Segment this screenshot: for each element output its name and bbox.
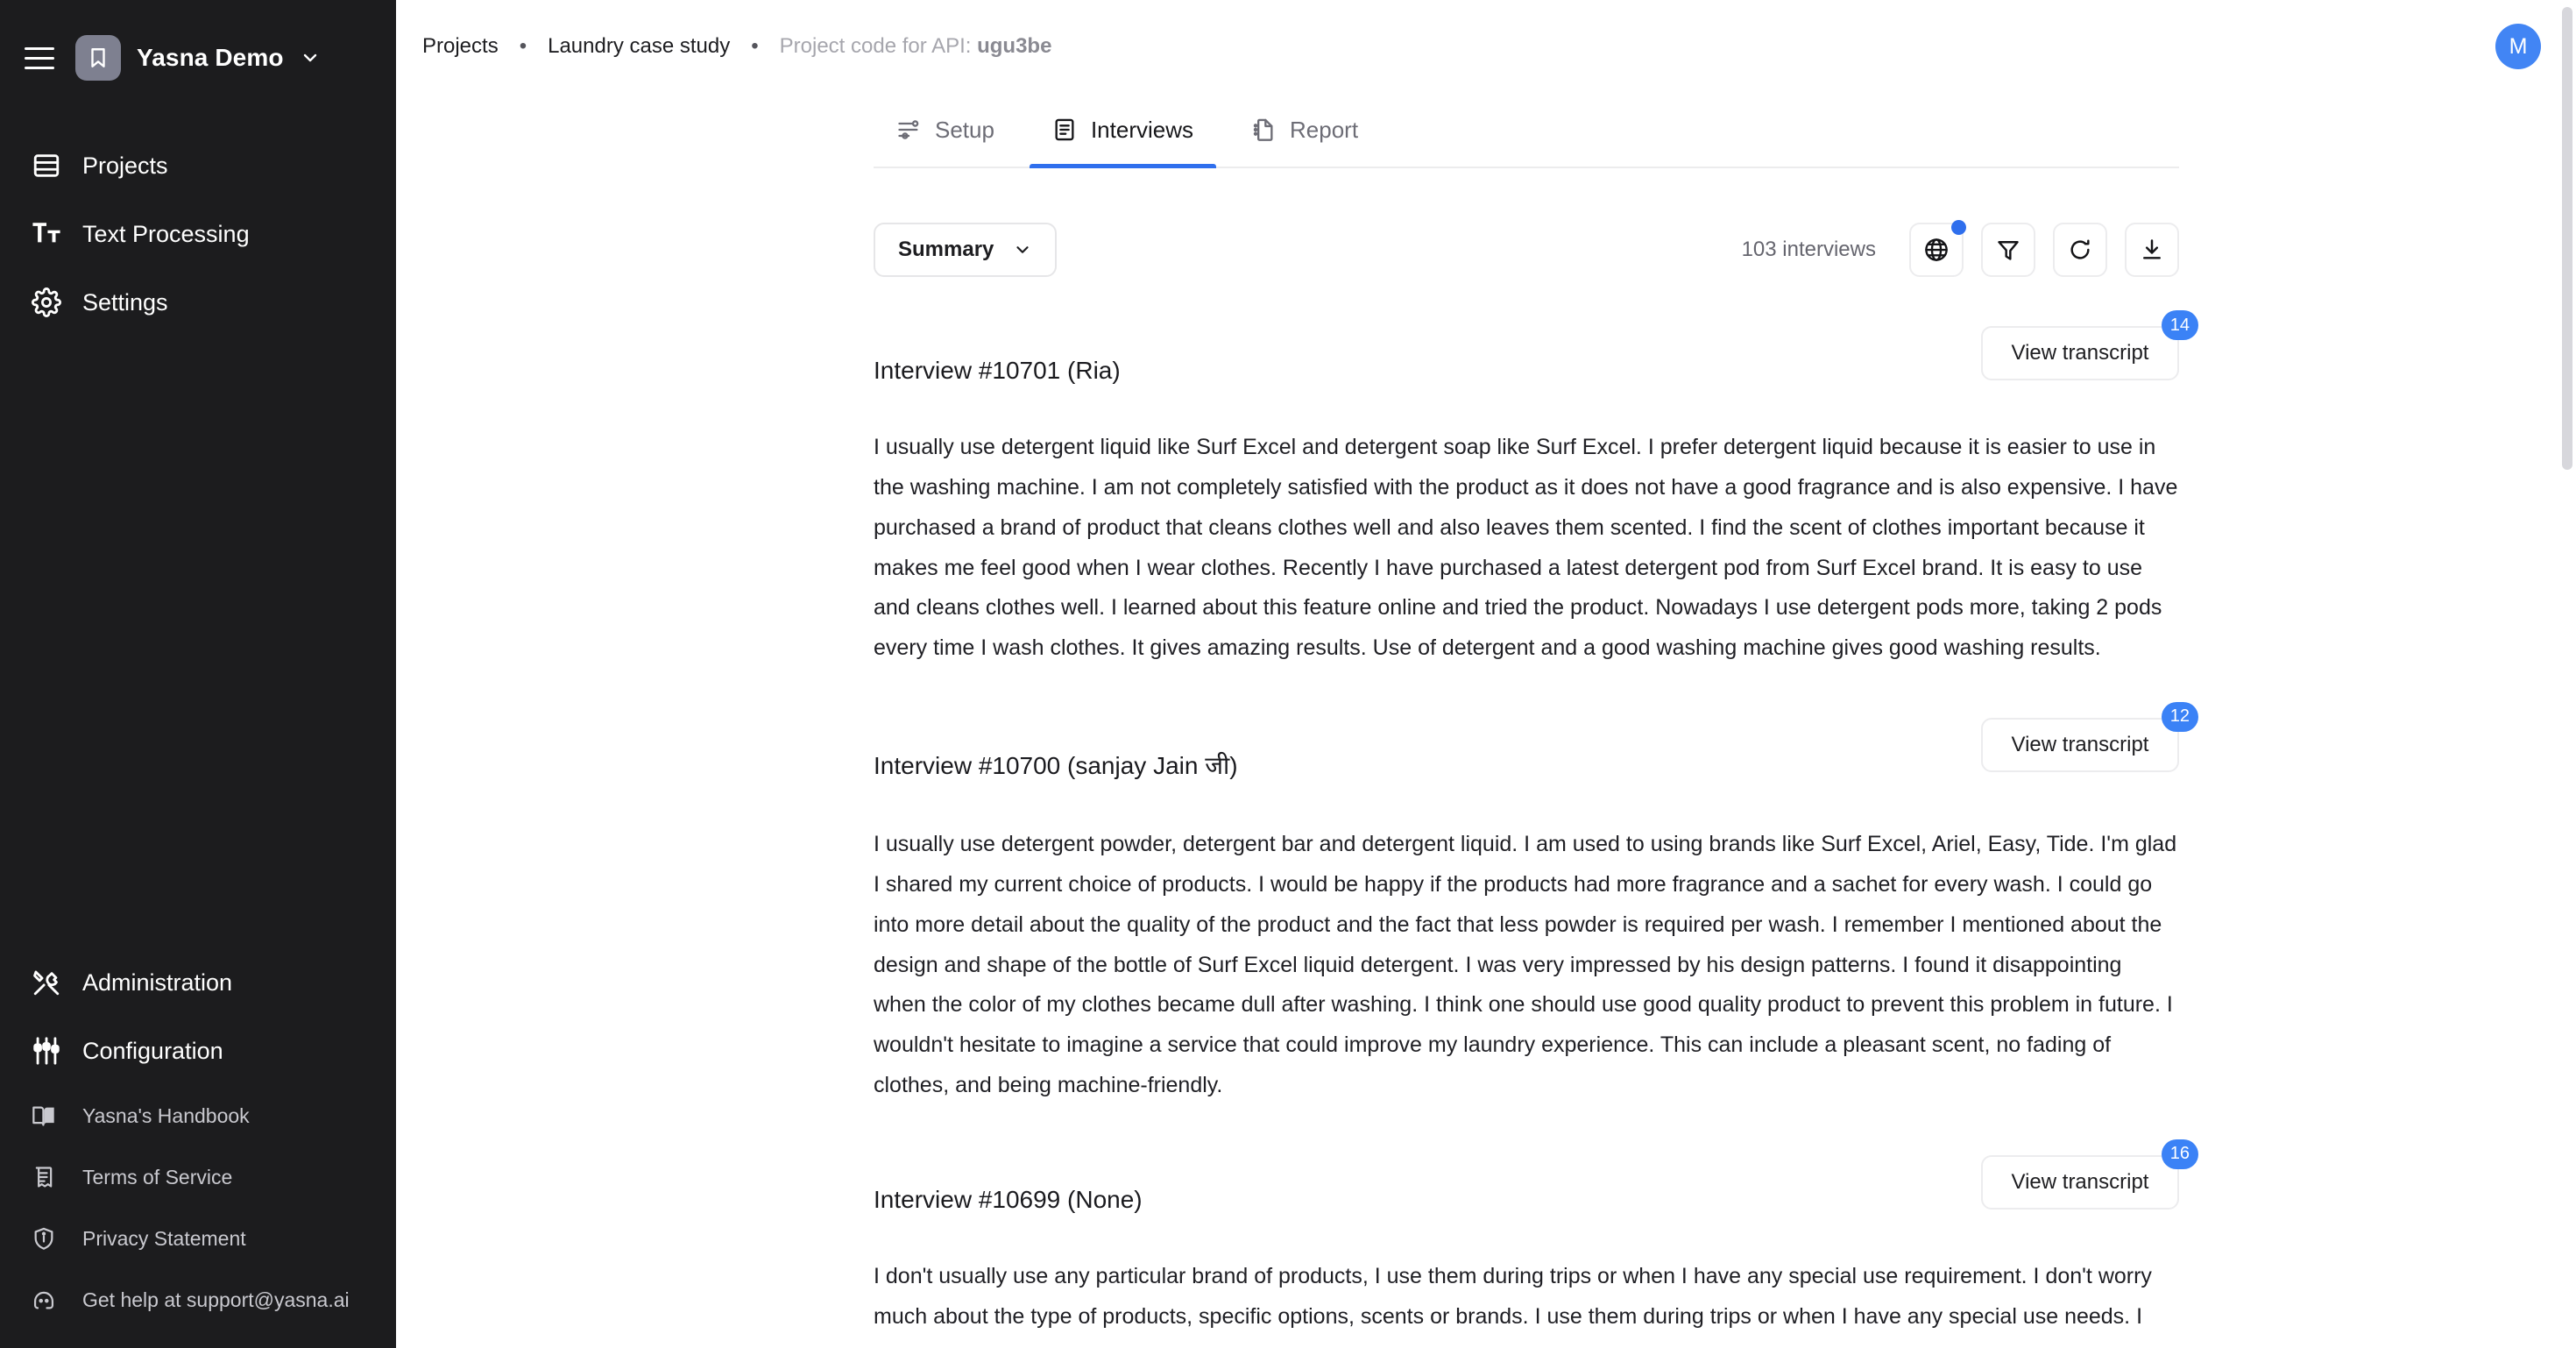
sidebar-item-label: Get help at support@yasna.ai — [82, 1288, 350, 1311]
avatar[interactable]: M — [2495, 24, 2541, 69]
breadcrumb: Projects • Laundry case study • Project … — [422, 34, 1051, 59]
refresh-icon — [2068, 238, 2092, 262]
interview-header: Interview #10701 (Ria) View transcript 1… — [874, 310, 2198, 405]
document-list-icon — [32, 1165, 68, 1189]
view-transcript-wrapper: View transcript 16 — [1981, 1139, 2198, 1210]
sidebar-item-label: Terms of Service — [82, 1165, 233, 1188]
shield-info-icon — [32, 1226, 68, 1251]
topbar: Projects • Laundry case study • Project … — [396, 0, 2576, 93]
view-transcript-wrapper: View transcript 12 — [1981, 701, 2198, 772]
tab-setup[interactable]: Setup — [874, 93, 1017, 167]
interview-summary: I don't usually use any particular brand… — [874, 1264, 2152, 1348]
interview-card: Interview #10700 (sanjay Jain जी) View t… — [874, 701, 2198, 1106]
hamburger-menu-icon[interactable] — [25, 39, 63, 77]
download-icon — [2140, 238, 2164, 262]
view-transcript-button[interactable]: View transcript — [1981, 717, 2179, 772]
bookmark-icon — [75, 35, 121, 81]
sidebar-header: Yasna Demo — [0, 0, 396, 93]
interview-title: Interview #10701 (Ria) — [874, 357, 1121, 385]
download-button[interactable] — [2125, 223, 2179, 277]
sidebar-item-settings[interactable]: Settings — [0, 268, 396, 337]
tab-bar: Setup Interviews Report — [874, 93, 2179, 168]
page-scrollbar[interactable] — [2558, 0, 2576, 1348]
sidebar-bottom-nav: Administration Configuration Yasna's Han… — [0, 948, 396, 1348]
interview-summary: I usually use detergent powder, detergen… — [874, 832, 2177, 1097]
sidebar-item-configuration[interactable]: Configuration — [0, 1017, 396, 1085]
sidebar-item-label: Yasna's Handbook — [82, 1103, 250, 1127]
gear-icon — [32, 287, 68, 317]
breadcrumb-project-name[interactable]: Laundry case study — [548, 34, 730, 59]
interview-header: Interview #10699 (None) View transcript … — [874, 1139, 2198, 1234]
text-format-icon — [32, 219, 68, 249]
chevron-down-icon — [1013, 240, 1032, 259]
filter-button[interactable] — [1981, 223, 2035, 277]
view-transcript-button[interactable]: View transcript — [1981, 326, 2179, 380]
project-api-code: Project code for API: ugu3be — [780, 34, 1052, 59]
sidebar-item-label: Administration — [82, 968, 233, 996]
interview-header: Interview #10700 (sanjay Jain जी) View t… — [874, 701, 2198, 802]
interview-card: Interview #10699 (None) View transcript … — [874, 1139, 2198, 1348]
file-report-icon — [1251, 117, 1276, 142]
support-face-icon — [32, 1288, 68, 1312]
list-document-icon — [1052, 117, 1077, 142]
message-count-badge: 14 — [2161, 310, 2198, 340]
breadcrumb-separator: • — [519, 34, 527, 58]
content: Setup Interviews Report Summary 103 inte… — [396, 93, 2576, 1348]
sidebar-item-label: Text Processing — [82, 220, 250, 247]
interview-title: Interview #10700 (sanjay Jain जी) — [874, 752, 1238, 780]
sliders-settings-icon — [896, 117, 921, 142]
tab-label: Interviews — [1090, 116, 1193, 143]
topbar-right: M — [2495, 24, 2541, 69]
message-count-badge: 12 — [2161, 701, 2198, 732]
sidebar-item-label: Projects — [82, 152, 168, 179]
sidebar-item-label: Settings — [82, 288, 168, 316]
chevron-down-icon[interactable] — [300, 47, 321, 68]
message-count-badge: 16 — [2161, 1139, 2198, 1169]
view-transcript-wrapper: View transcript 14 — [1981, 310, 2198, 380]
view-transcript-button[interactable]: View transcript — [1981, 1154, 2179, 1210]
tools-icon — [32, 968, 68, 997]
refresh-button[interactable] — [2053, 223, 2107, 277]
notification-dot — [1951, 220, 1966, 235]
sidebar-item-handbook[interactable]: Yasna's Handbook — [0, 1085, 396, 1146]
toolbar-actions: 103 interviews — [1741, 220, 2179, 277]
globe-icon — [1923, 237, 1950, 263]
tab-label: Setup — [935, 116, 994, 143]
sidebar-item-label: Configuration — [82, 1037, 223, 1064]
center-column: Setup Interviews Report Summary 103 inte… — [874, 93, 2198, 1348]
sidebar-item-projects[interactable]: Projects — [0, 131, 396, 200]
translate-button[interactable] — [1909, 220, 1966, 277]
interviews-toolbar: Summary 103 interviews — [874, 220, 2179, 277]
tab-report[interactable]: Report — [1228, 93, 1381, 167]
breadcrumb-separator: • — [751, 34, 759, 58]
sidebar-item-privacy-statement[interactable]: Privacy Statement — [0, 1208, 396, 1269]
view-mode-select[interactable]: Summary — [874, 223, 1058, 277]
sidebar-item-label: Privacy Statement — [82, 1226, 246, 1250]
api-code-label: Project code for API: — [779, 34, 972, 58]
api-code-value: ugu3be — [977, 34, 1052, 58]
open-book-icon — [32, 1103, 68, 1128]
interview-title: Interview #10699 (None) — [874, 1185, 1143, 1213]
tab-interviews[interactable]: Interviews — [1029, 93, 1217, 168]
interview-summary: I usually use detergent liquid like Surf… — [874, 435, 2178, 661]
interview-count: 103 interviews — [1741, 238, 1876, 261]
funnel-icon — [1996, 238, 2020, 262]
sidebar-item-text-processing[interactable]: Text Processing — [0, 200, 396, 268]
main-area: Projects • Laundry case study • Project … — [396, 0, 2576, 1348]
sidebar-item-get-help[interactable]: Get help at support@yasna.ai — [0, 1269, 396, 1330]
sidebar-item-terms-of-service[interactable]: Terms of Service — [0, 1146, 396, 1208]
app-root: Yasna Demo Projects Text Processing Sett… — [0, 0, 2576, 1348]
sidebar-item-administration[interactable]: Administration — [0, 948, 396, 1017]
interview-card: Interview #10701 (Ria) View transcript 1… — [874, 310, 2198, 669]
breadcrumb-projects[interactable]: Projects — [422, 34, 499, 59]
sidebar: Yasna Demo Projects Text Processing Sett… — [0, 0, 396, 1348]
workspace-name[interactable]: Yasna Demo — [137, 44, 284, 72]
view-mode-value: Summary — [898, 238, 994, 261]
tab-label: Report — [1290, 116, 1359, 143]
scrollbar-thumb[interactable] — [2562, 7, 2572, 470]
sidebar-primary-nav: Projects Text Processing Settings — [0, 93, 396, 337]
table-rows-icon — [32, 151, 68, 181]
sliders-icon — [32, 1036, 68, 1066]
